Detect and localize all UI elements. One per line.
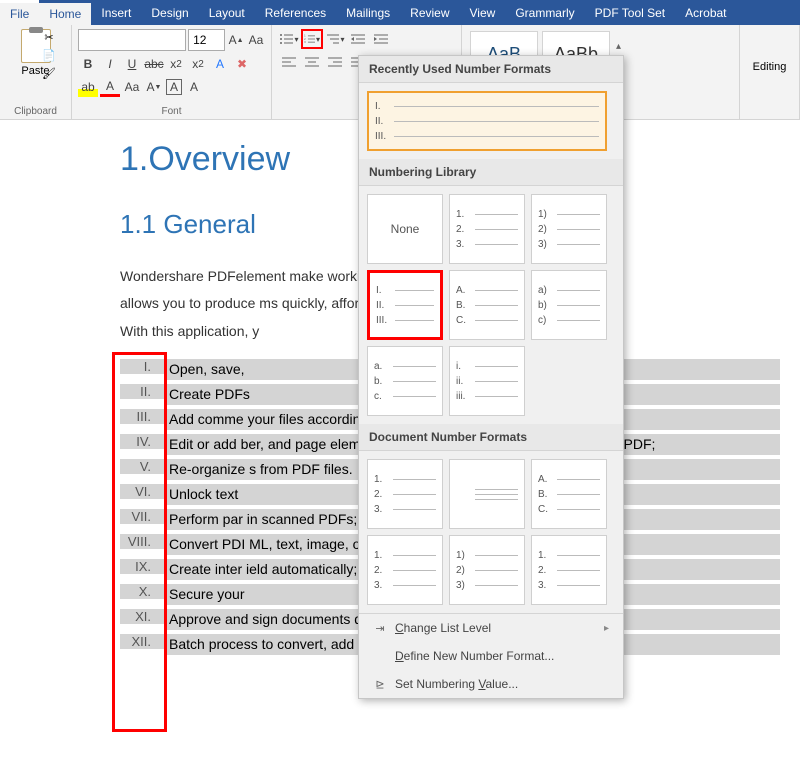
menu-references[interactable]: References — [255, 0, 336, 25]
ribbon-group-font: 12 A▲ Aa B I U abc x2 x2 A ✖ ab A Aa A▼ … — [72, 25, 272, 119]
menu-mailings[interactable]: Mailings — [336, 0, 400, 25]
numbering-option[interactable]: 1.2.3. — [531, 535, 607, 605]
font-color-button[interactable]: A — [100, 77, 120, 97]
menu-view[interactable]: View — [460, 0, 506, 25]
list-item-number: I. — [120, 359, 165, 374]
ribbon-group-editing: Editing — [740, 25, 800, 119]
numbering-dropdown: Recently Used Number Formats I.II.III. N… — [358, 55, 624, 699]
list-item-number: V. — [120, 459, 165, 474]
bullets-button[interactable]: ▾ — [278, 29, 300, 49]
strikethrough-button[interactable]: abc — [144, 54, 164, 74]
menu-grammarly[interactable]: Grammarly — [505, 0, 584, 25]
change-case-button[interactable]: Aa — [247, 30, 265, 50]
list-item-number: VIII. — [120, 534, 165, 549]
align-center-button[interactable] — [301, 52, 323, 72]
menu-layout[interactable]: Layout — [199, 0, 255, 25]
italic-button[interactable]: I — [100, 54, 120, 74]
numbering-option[interactable]: a.b.c. — [367, 346, 443, 416]
list-item-number: II. — [120, 384, 165, 399]
phonetic-guide-button[interactable]: A — [184, 77, 204, 97]
indent-icon: ⇥ — [373, 621, 387, 635]
clipboard-group-label: Clipboard — [6, 106, 65, 117]
bold-button[interactable]: B — [78, 54, 98, 74]
change-list-level-menu[interactable]: ⇥ Change List Level ▸ — [359, 614, 623, 642]
numbering-option[interactable]: I.II.III. — [367, 270, 443, 340]
copy-icon[interactable]: 📄 — [40, 47, 58, 63]
menu-review[interactable]: Review — [400, 0, 459, 25]
menu-acrobat[interactable]: Acrobat — [675, 0, 736, 25]
ribbon-group-clipboard: Paste ✂ 📄 🖌 Clipboard — [0, 25, 72, 119]
list-item-number: III. — [120, 409, 165, 424]
numbering-library-title: Numbering Library — [359, 159, 623, 186]
number-icon: ⊵ — [373, 677, 387, 691]
numbering-option[interactable]: a)b)c) — [531, 270, 607, 340]
numbering-option[interactable]: A.B.C. — [449, 270, 525, 340]
set-numbering-value-menu[interactable]: ⊵ Set Numbering Value... — [359, 670, 623, 698]
font-name-select[interactable] — [78, 29, 186, 51]
text-effects-button[interactable]: A — [210, 54, 230, 74]
char-shading-button[interactable]: Aa — [122, 77, 142, 97]
grow-font-button[interactable]: A▲ — [227, 30, 245, 50]
recent-formats-title: Recently Used Number Formats — [359, 56, 623, 83]
clear-formatting-button[interactable]: ✖ — [232, 54, 252, 74]
underline-button[interactable]: U — [122, 54, 142, 74]
menu-design[interactable]: Design — [141, 0, 198, 25]
numbering-option[interactable] — [449, 459, 525, 529]
editing-button[interactable]: Editing — [746, 29, 793, 104]
numbering-option[interactable]: 1)2)3) — [449, 535, 525, 605]
list-item-number: IV. — [120, 434, 165, 449]
menu-home[interactable]: Home — [39, 0, 91, 25]
increase-indent-button[interactable] — [370, 29, 392, 49]
svg-text:3: 3 — [304, 40, 306, 44]
document-formats-title: Document Number Formats — [359, 424, 623, 451]
char-border-button[interactable]: A — [166, 79, 182, 95]
align-left-button[interactable] — [278, 52, 300, 72]
numbering-option[interactable]: i.ii.iii. — [449, 346, 525, 416]
decrease-indent-button[interactable] — [347, 29, 369, 49]
font-group-label: Font — [78, 106, 265, 117]
align-right-button[interactable] — [324, 52, 346, 72]
cut-icon[interactable]: ✂ — [40, 29, 58, 45]
menu-pdf-tool-set[interactable]: PDF Tool Set — [585, 0, 675, 25]
list-item-number: X. — [120, 584, 165, 599]
format-painter-icon[interactable]: 🖌 — [40, 65, 58, 81]
numbering-button[interactable]: 123 ▾ — [301, 29, 323, 49]
numbering-option[interactable]: A.B.C. — [531, 459, 607, 529]
list-item-number: XI. — [120, 609, 165, 624]
numbering-option[interactable]: 1.2.3. — [367, 535, 443, 605]
numbering-option[interactable]: I.II.III. — [367, 91, 607, 151]
list-item-number: IX. — [120, 559, 165, 574]
list-item-number: VII. — [120, 509, 165, 524]
styles-up-button[interactable]: ▴ — [616, 41, 624, 52]
list-item-number: XII. — [120, 634, 165, 649]
define-number-format-menu[interactable]: Define New Number Format... — [359, 642, 623, 670]
numbering-option[interactable]: 1.2.3. — [449, 194, 525, 264]
menu-insert[interactable]: Insert — [91, 0, 141, 25]
shrink-font-button[interactable]: A▼ — [144, 77, 164, 97]
numbering-option[interactable]: 1.2.3. — [367, 459, 443, 529]
chevron-right-icon: ▸ — [604, 623, 609, 634]
numbering-option[interactable]: 1)2)3) — [531, 194, 607, 264]
list-item-number: VI. — [120, 484, 165, 499]
highlight-button[interactable]: ab — [78, 77, 98, 97]
blank-icon — [373, 649, 387, 663]
numbering-option-none[interactable]: None — [367, 194, 443, 264]
font-size-select[interactable]: 12 — [188, 29, 225, 51]
multilevel-list-button[interactable]: ▾ — [324, 29, 346, 49]
subscript-button[interactable]: x2 — [166, 54, 186, 74]
superscript-button[interactable]: x2 — [188, 54, 208, 74]
menu-file[interactable]: File — [0, 0, 39, 25]
menubar: File Home Insert Design Layout Reference… — [0, 0, 800, 25]
